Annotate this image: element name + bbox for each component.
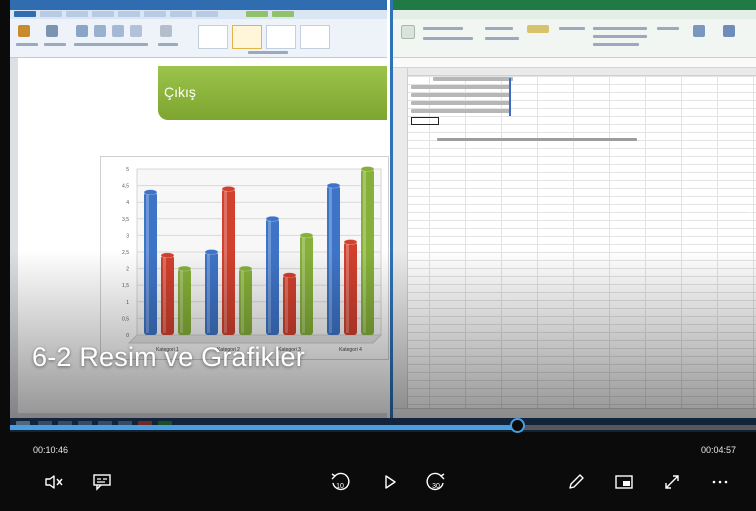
mini-view-icon [615,475,633,489]
cell-note-text [437,138,637,141]
pen-button[interactable] [564,470,588,494]
chart-y-tick-label: 4,5 [122,184,129,190]
subtitles-button[interactable] [90,470,114,494]
data-row [411,85,511,89]
mute-icon [45,475,63,489]
mini-view-button[interactable] [612,470,636,494]
caption-shade [10,250,756,432]
slide-title-bar: Çıkış [158,66,387,120]
ribbon-label [74,43,148,46]
chart-bar-cap [265,215,280,222]
slide-title: Çıkış [164,84,196,100]
ribbon-label [559,27,585,30]
skip-back-icon: 10 [331,472,350,491]
ribbon-tab [40,11,62,17]
skip-back-seconds: 10 [336,483,344,490]
play-icon [385,475,396,489]
chart-y-tick-label: 3,5 [122,217,129,223]
chart-bar-cap [343,239,358,245]
fullscreen-icon [665,475,679,489]
chart-y-tick-label: 3 [126,233,129,239]
powerpoint-title-bar [10,0,387,10]
ribbon-tab-chart-tools [272,11,294,17]
select-data-icon [94,25,106,37]
excel-title-bar [393,0,756,10]
video-frame[interactable]: Çıkış 00,511,522,533,544,55Kategori 1Kat… [10,0,756,432]
elapsed-time: 00:10:46 [33,445,69,455]
seek-bar-progress [10,425,518,430]
edit-data-icon [112,25,124,37]
ribbon-tab [118,11,140,17]
data-row [411,93,511,97]
ribbon-label [248,51,288,54]
more-options-button[interactable] [708,470,732,494]
chart-style-swatch-selected [232,25,262,49]
ribbon-tab [144,11,166,17]
formula-bar [393,58,756,68]
excel-ribbon [393,19,756,58]
quick-layout-icon [160,25,172,37]
header-row-cells [433,77,513,81]
ribbon-tab [170,11,192,17]
fullscreen-button[interactable] [660,470,684,494]
chart-y-tick-label: 4 [126,200,129,206]
skip-forward-seconds: 30 [432,483,440,490]
data-row [411,109,511,113]
ribbon-tab [196,11,218,17]
next-chevron-icon[interactable]: › [744,200,753,225]
ribbon-tab [66,11,88,17]
data-row [411,101,511,105]
remaining-time: 00:04:57 [701,445,737,455]
switch-row-column-icon [76,25,88,37]
ribbon-label [593,27,647,30]
chart-y-tick-label: 5 [126,167,129,173]
pen-icon [569,474,584,489]
mute-button[interactable] [42,470,66,494]
active-cell[interactable] [411,117,439,125]
data-range-border [509,78,511,116]
ribbon-label [657,27,679,30]
alignment-icon [527,25,549,33]
ribbon-label [158,43,178,46]
ribbon-tab [14,11,36,17]
chart-style-swatch [300,25,330,49]
ribbon-label [485,27,513,30]
refresh-data-icon [130,25,142,37]
seek-bar[interactable] [10,418,756,433]
sort-filter-icon [693,25,705,37]
video-caption: 6-2 Resim ve Grafikler [32,342,305,372]
ribbon-label [593,35,647,38]
chart-bar-cap [326,182,341,189]
subtitles-icon [93,474,111,491]
ribbon-label [485,37,519,40]
ribbon-label [423,27,463,30]
play-button[interactable] [378,470,402,494]
skip-forward-button[interactable]: 30 [424,470,448,494]
save-template-icon [46,25,58,37]
ribbon-tab-chart-tools [246,11,268,17]
chart-style-swatch [198,25,228,49]
chart-bar-cap [299,232,314,239]
skip-back-button[interactable]: 10 [328,470,352,494]
ribbon-tab [92,11,114,17]
powerpoint-ribbon [10,19,387,58]
ribbon-label [423,37,473,40]
find-select-icon [723,25,735,37]
more-icon [712,480,728,484]
skip-forward-icon: 30 [426,472,445,491]
chart-bar-cap [360,166,375,172]
ribbon-label [44,43,66,46]
chart-style-swatch [266,25,296,49]
paste-icon [401,25,415,39]
column-headers [393,68,756,76]
chart-bar-cap [143,189,158,196]
ribbon-label [593,43,639,46]
chart-bar-cap [221,186,236,192]
ribbon-label [16,43,38,46]
change-chart-type-icon [18,25,30,37]
